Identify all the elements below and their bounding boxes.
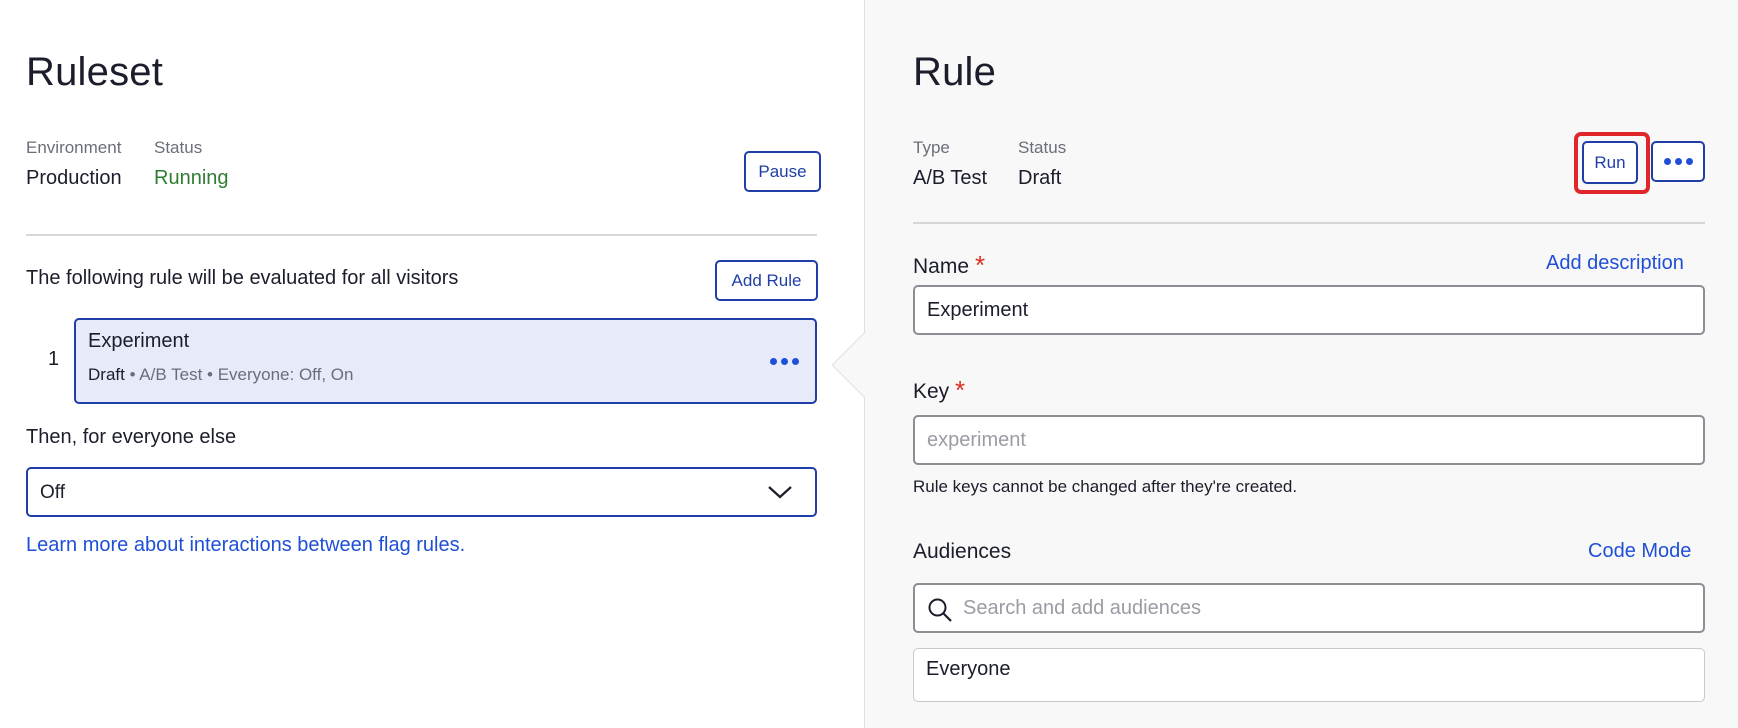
- type-value: A/B Test: [913, 167, 988, 189]
- rule-status-label: Status: [1018, 138, 1067, 157]
- learn-more-link[interactable]: Learn more about interactions between fl…: [26, 534, 465, 557]
- rule-more-button[interactable]: [1651, 141, 1705, 182]
- ruleset-status-value: Running: [154, 167, 229, 189]
- everyone-else-value: Off: [40, 482, 65, 503]
- ruleset-title: Ruleset: [26, 50, 164, 94]
- environment-label: Environment: [26, 138, 122, 157]
- audiences-label: Audiences: [913, 540, 1012, 563]
- key-input-placeholder: experiment: [927, 429, 1026, 451]
- everyone-else-label: Then, for everyone else: [26, 426, 237, 448]
- ruleset-status-label: Status: [154, 138, 203, 157]
- rule-title: Rule: [913, 50, 997, 94]
- more-icon: [1663, 158, 1693, 165]
- rule-card-details: • A/B Test • Everyone: Off, On: [124, 365, 354, 384]
- rule-number: 1: [48, 348, 60, 370]
- name-label: Name: [913, 255, 970, 278]
- key-label: Key: [913, 380, 950, 403]
- add-rule-button[interactable]: Add Rule: [715, 260, 818, 301]
- rule-card-summary: Draft • A/B Test • Everyone: Off, On: [88, 365, 353, 385]
- search-icon: [928, 598, 952, 622]
- rule-status-value: Draft: [1018, 167, 1062, 189]
- key-hint: Rule keys cannot be changed after they'r…: [913, 477, 1298, 496]
- key-required-mark: *: [955, 375, 966, 405]
- audience-search-input[interactable]: Search and add audiences: [913, 583, 1705, 633]
- run-button[interactable]: Run: [1582, 141, 1638, 184]
- rule-divider: [913, 222, 1705, 224]
- rule-card-more-icon[interactable]: [770, 358, 799, 365]
- name-required-mark: *: [975, 250, 986, 280]
- type-label: Type: [913, 138, 950, 157]
- everyone-else-select[interactable]: Off: [26, 467, 817, 517]
- pause-button[interactable]: Pause: [744, 151, 821, 192]
- rule-card-experiment[interactable]: Experiment Draft • A/B Test • Everyone: …: [74, 318, 817, 404]
- add-description-link[interactable]: Add description: [1546, 252, 1684, 275]
- environment-value: Production: [26, 167, 122, 189]
- ruleset-panel: Ruleset Environment Production Status Ru…: [0, 0, 864, 728]
- name-input-value: Experiment: [927, 299, 1029, 321]
- chevron-down-icon: [768, 486, 792, 499]
- audience-everyone: Everyone: [926, 658, 1011, 680]
- name-input[interactable]: Experiment: [913, 285, 1705, 335]
- ruleset-divider: [26, 234, 817, 236]
- rule-card-name: Experiment: [88, 330, 190, 352]
- audience-search-placeholder: Search and add audiences: [963, 597, 1201, 619]
- code-mode-link[interactable]: Code Mode: [1588, 540, 1691, 563]
- rule-card-status: Draft: [88, 365, 125, 384]
- key-input[interactable]: experiment: [913, 415, 1705, 465]
- evaluated-text: The following rule will be evaluated for…: [26, 267, 459, 289]
- selected-audiences: Everyone: [913, 648, 1705, 702]
